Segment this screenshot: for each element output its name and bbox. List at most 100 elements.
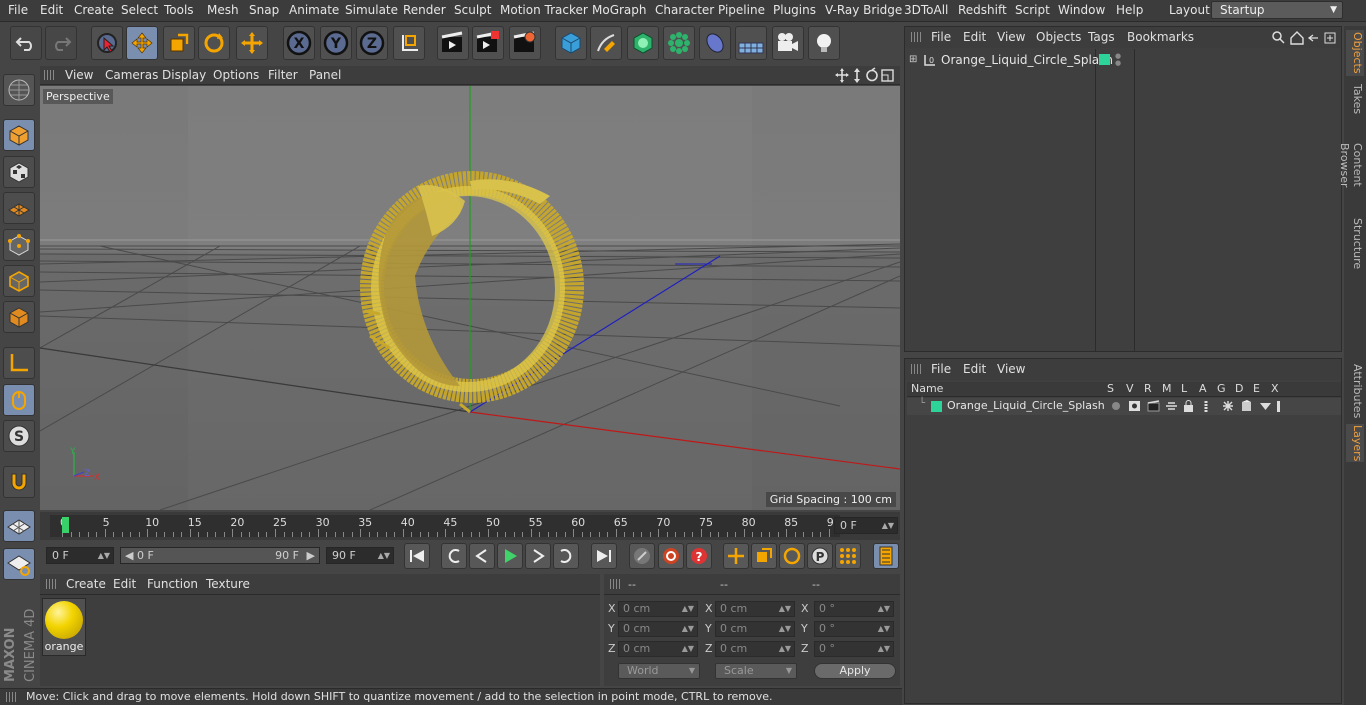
live-select-button[interactable] [91,26,123,60]
menu-help[interactable]: Help [1116,3,1143,17]
pan-icon[interactable] [835,68,849,83]
menu-mesh[interactable]: Mesh [207,3,239,17]
move-axis-button[interactable] [236,26,268,60]
menu-tools[interactable]: Tools [164,3,194,17]
menu-motion-tracker[interactable]: Motion Tracker [500,3,588,17]
object-menu-edit[interactable]: Edit [963,30,986,44]
magnet-button[interactable] [3,466,35,498]
coordinate-system-button[interactable] [393,26,425,60]
texture-mode-button[interactable] [3,156,35,188]
render-view-button[interactable] [437,26,469,60]
camera-button[interactable] [772,26,804,60]
menu-render[interactable]: Render [403,3,446,17]
coordinate-mode-select[interactable]: World ▼ [618,663,700,679]
light-button[interactable] [808,26,840,60]
column-view[interactable]: V [1126,382,1134,395]
object-row[interactable]: ⊞ 0 Orange_Liquid_Circle_Splash ● ● [905,51,1341,70]
tab-objects[interactable]: Objects [1346,30,1364,76]
timeline-ruler[interactable]: 051015202530354045505560657075808590 [50,515,841,537]
rotate-button[interactable] [198,26,230,60]
material-menu-texture[interactable]: Texture [206,577,250,591]
render-settings-button[interactable] [509,26,541,60]
object-name[interactable]: Orange_Liquid_Circle_Splash [941,53,1113,67]
x-axis-lock-button[interactable]: X [283,26,315,60]
tab-content-browser[interactable]: Content Browser [1338,122,1364,208]
orbit-icon[interactable] [866,67,878,82]
move-button[interactable] [126,26,158,60]
menu-script[interactable]: Script [1015,3,1050,17]
column-deformers[interactable]: D [1235,382,1243,395]
object-menu-view[interactable]: View [997,30,1025,44]
menu-sculpt[interactable]: Sculpt [454,3,491,17]
column-manager[interactable]: M [1162,382,1172,395]
material-menu-function[interactable]: Function [147,577,198,591]
menu-window[interactable]: Window [1058,3,1105,17]
tweak-mode-button[interactable] [3,384,35,416]
viewport-menu-view[interactable]: View [65,68,93,82]
column-expressions[interactable]: E [1253,382,1260,395]
size-x-field[interactable]: 0 cm ▲▼ [715,601,795,617]
column-solo[interactable]: S [1107,382,1114,395]
key-parameter-button[interactable]: P [807,543,833,569]
search-icon[interactable] [1272,31,1285,44]
object-menu-file[interactable]: File [931,30,951,44]
render-clapper-icon[interactable] [1147,400,1160,412]
material-menu-edit[interactable]: Edit [113,577,136,591]
layer-color-swatch[interactable] [931,401,942,412]
menu-mograph[interactable]: MoGraph [592,3,647,17]
planar-workplane-button[interactable] [3,548,35,580]
column-locked[interactable]: L [1181,382,1187,395]
xref-icon[interactable] [1277,401,1280,412]
deformer-icon[interactable] [1242,400,1251,411]
cube-button[interactable] [555,26,587,60]
viewport-menu-cameras[interactable]: Cameras [105,68,158,82]
layer-menu-edit[interactable]: Edit [963,362,986,376]
viewport-menu-display[interactable]: Display [162,68,206,82]
pen-button[interactable] [590,26,622,60]
expression-icon[interactable] [1260,403,1271,410]
next-frame-button[interactable] [525,543,551,569]
current-frame-field[interactable]: 0 F ▲▼ [834,517,898,534]
menu-create[interactable]: Create [74,3,114,17]
tab-layers[interactable]: Layers [1346,424,1364,462]
go-to-end-button[interactable] [591,543,617,569]
z-axis-lock-button[interactable]: Z [356,26,388,60]
menu-animate[interactable]: Animate [289,3,339,17]
pos-x-field[interactable]: 0 cm ▲▼ [618,601,698,617]
cloner-button[interactable] [663,26,695,60]
autokey-button[interactable]: ? [686,543,712,569]
redo-button[interactable] [45,26,77,60]
viewport-menu-filter[interactable]: Filter [268,68,298,82]
lock-icon[interactable] [1184,400,1193,413]
layer-menu-file[interactable]: File [931,362,951,376]
timeline-window-button[interactable] [873,543,899,569]
subdivision-button[interactable] [627,26,659,60]
menu-vray-bridge[interactable]: V-Ray Bridge [825,3,902,17]
tab-structure[interactable]: Structure [1346,218,1364,270]
column-generators[interactable]: G [1217,382,1226,395]
rot-p-field[interactable]: 0 ° ▲▼ [814,621,894,637]
pos-z-field[interactable]: 0 cm ▲▼ [618,641,698,657]
column-name[interactable]: Name [911,382,943,395]
y-axis-lock-button[interactable]: Y [320,26,352,60]
previous-key-button[interactable] [441,543,467,569]
size-z-field[interactable]: 0 cm ▲▼ [715,641,795,657]
render-picture-viewer-button[interactable] [472,26,504,60]
layer-color-swatch[interactable] [1099,54,1110,65]
key-position-button[interactable] [723,543,749,569]
layer-menu-view[interactable]: View [997,362,1025,376]
menu-file[interactable]: File [8,3,28,17]
frame-range-slider[interactable]: ◀ 0 F 90 F ▶ [120,547,320,564]
visibility-dots-icon[interactable]: ● ● [1115,53,1121,67]
rot-h-field[interactable]: 0 ° ▲▼ [814,601,894,617]
viewport-menu-options[interactable]: Options [213,68,259,82]
layout-select[interactable]: Startup ▼ [1211,1,1343,19]
undo-button[interactable] [10,26,42,60]
keyframe-selection-button[interactable] [629,543,655,569]
menu-redshift[interactable]: Redshift [958,3,1007,17]
lock-workplane-button[interactable] [3,510,35,542]
floor-button[interactable] [735,26,767,60]
viewport-menu-panel[interactable]: Panel [309,68,341,82]
snap-mode-button[interactable]: S [3,420,35,452]
generator-icon[interactable] [1223,401,1233,411]
